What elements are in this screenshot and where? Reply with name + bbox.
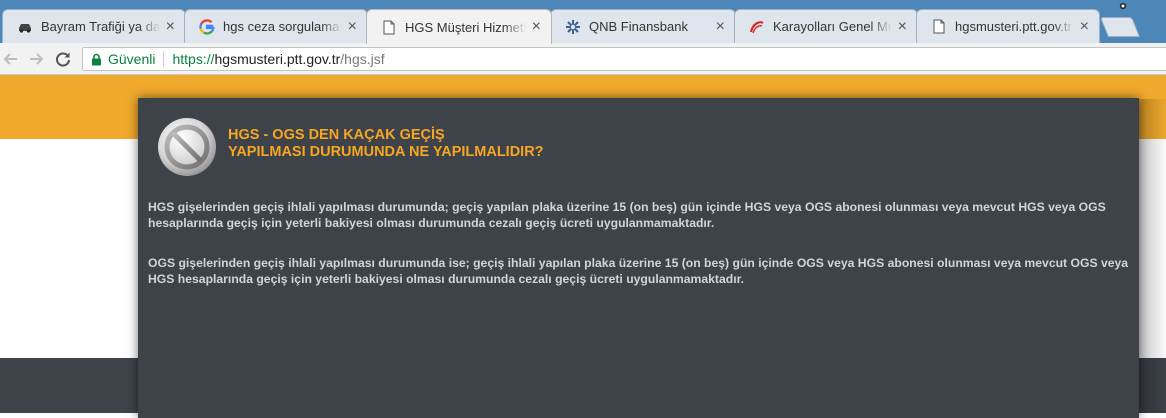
page-icon — [931, 19, 947, 35]
page-content: HGS - OGS DEN KAÇAK GEÇİŞ YAPILMASI DURU… — [0, 75, 1166, 418]
tab-bayram[interactable]: Bayram Trafiği ya da N × — [2, 9, 186, 43]
url-text[interactable]: https://hgsmusteri.ptt.gov.tr/hgs.jsf — [172, 51, 384, 67]
modal-title: HGS - OGS DEN KAÇAK GEÇİŞ YAPILMASI DURU… — [228, 127, 828, 161]
tab-hgsmusteri-ptt[interactable]: hgsmusteri.ptt.gov.tr × — [916, 9, 1100, 43]
tab-title: QNB Finansbank — [589, 19, 688, 34]
tab-hgs-musteri[interactable]: HGS Müşteri Hizmetler × — [366, 9, 552, 44]
page-icon — [381, 19, 397, 35]
overlay-shade — [1139, 99, 1166, 413]
tab-title: hgs ceza sorgulama - G — [223, 19, 342, 34]
reload-icon[interactable] — [54, 50, 72, 68]
url-scheme: https:// — [172, 51, 215, 67]
info-modal: HGS - OGS DEN KAÇAK GEÇİŞ YAPILMASI DURU… — [138, 98, 1139, 418]
close-icon[interactable]: × — [348, 18, 357, 35]
tab-title: Karayolları Genel Müdü — [773, 19, 892, 34]
close-icon[interactable]: × — [1080, 18, 1089, 35]
tab-title: Bayram Trafiği ya da N — [41, 19, 160, 34]
tab-title: HGS Müşteri Hizmetler — [405, 19, 526, 35]
back-icon[interactable] — [2, 50, 20, 68]
paragraph-ogs: OGS gişelerinden geçiş ihlali yapılması … — [148, 256, 1129, 286]
browser-toolbar: Güvenli https://hgsmusteri.ptt.gov.tr/hg… — [0, 43, 1166, 75]
google-icon — [199, 18, 215, 35]
paragraph-hgs: HGS gişelerinden geçiş ihlali yapılması … — [148, 200, 1106, 230]
omnibox-separator — [163, 51, 165, 67]
no-entry-icon — [157, 117, 217, 177]
modal-title-line2: YAPILMASI DURUMUNDA NE YAPILMALIDIR? — [228, 144, 544, 160]
forward-icon[interactable] — [27, 50, 45, 68]
lock-icon — [91, 53, 102, 66]
tab-qnb[interactable]: QNB Finansbank × — [550, 9, 736, 43]
profile-icon[interactable] — [1116, 0, 1130, 10]
tab-strip: Bayram Trafiği ya da N × hgs ceza sorgul… — [0, 0, 1166, 44]
tab-title: hgsmusteri.ptt.gov.tr — [955, 19, 1072, 34]
car-icon — [17, 19, 33, 35]
modal-title-line1: HGS - OGS DEN KAÇAK GEÇİŞ — [228, 127, 445, 143]
url-path: /hgs.jsf — [340, 51, 385, 67]
close-icon[interactable]: × — [898, 18, 907, 35]
qnb-icon — [565, 19, 581, 35]
close-icon[interactable]: × — [166, 18, 175, 35]
tab-google-search[interactable]: hgs ceza sorgulama - G × — [184, 9, 368, 43]
new-tab-button[interactable] — [1099, 17, 1141, 37]
close-icon[interactable]: × — [532, 19, 541, 35]
kgm-icon — [749, 19, 765, 35]
address-bar[interactable]: Güvenli https://hgsmusteri.ptt.gov.tr/hg… — [82, 47, 1166, 71]
close-icon[interactable]: × — [716, 18, 725, 35]
tab-karayollari[interactable]: Karayolları Genel Müdü × — [734, 9, 918, 43]
secure-label: Güvenli — [108, 51, 156, 67]
url-host: hgsmusteri.ptt.gov.tr — [214, 51, 341, 67]
